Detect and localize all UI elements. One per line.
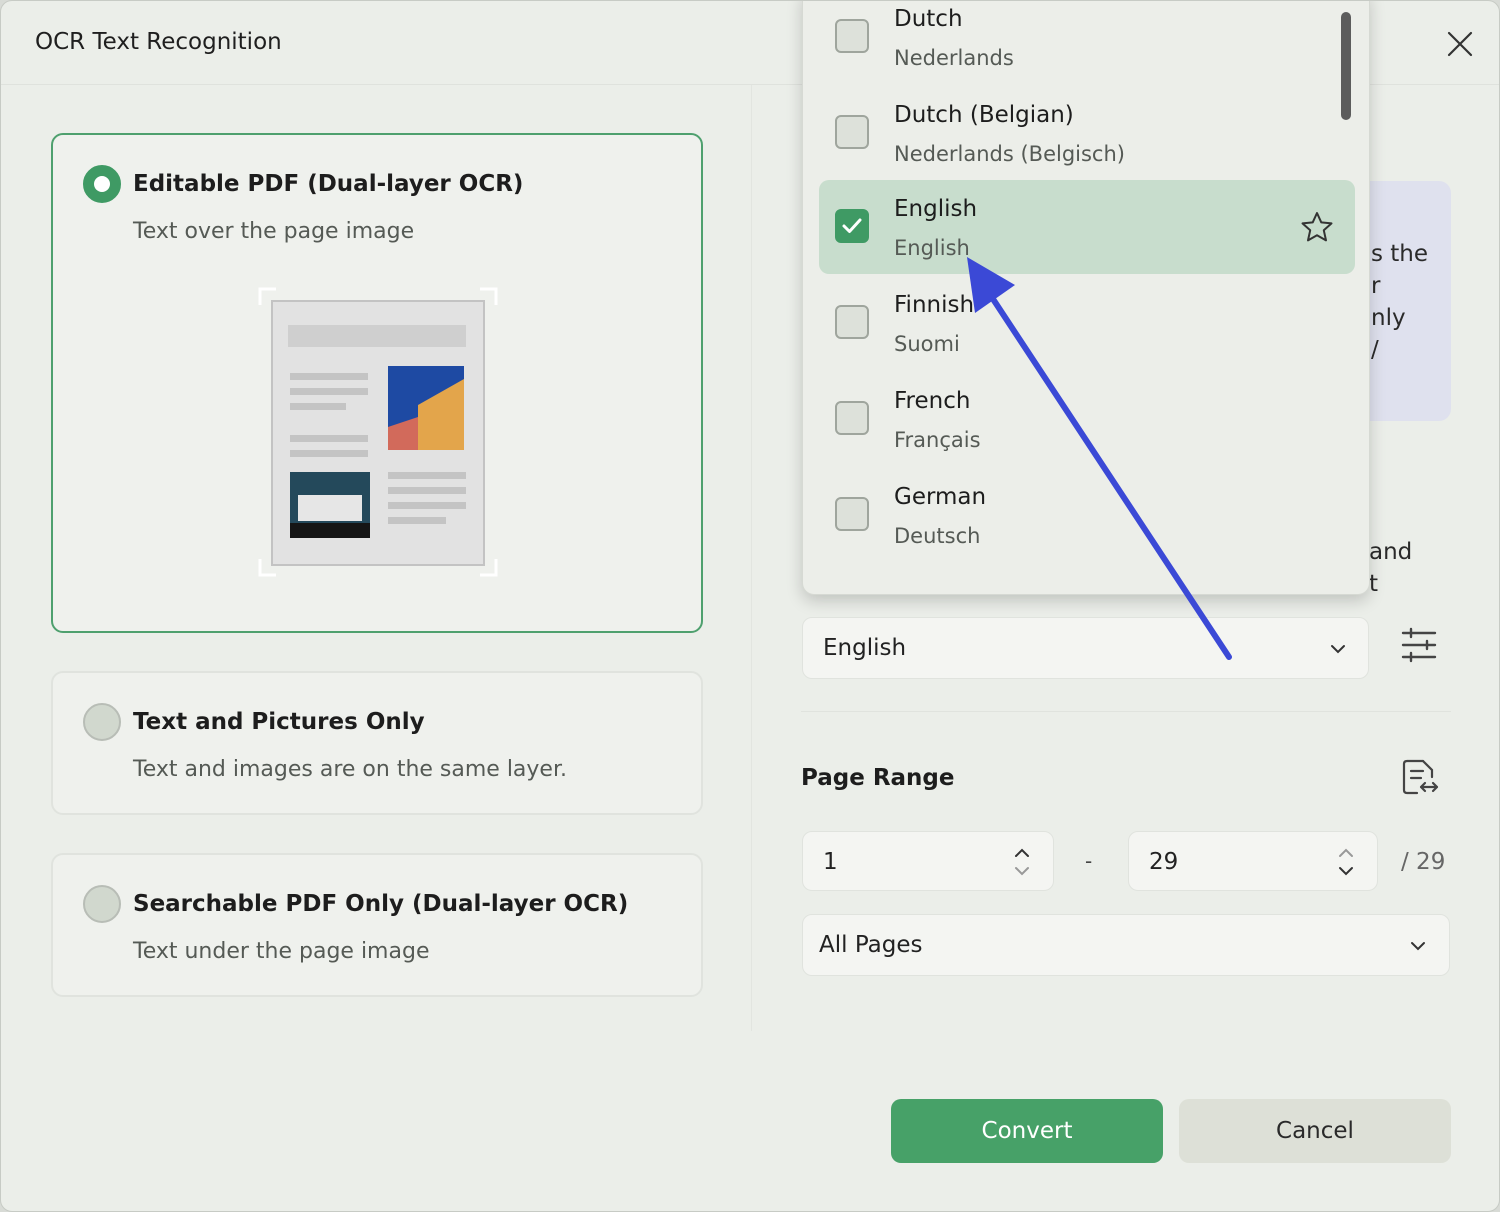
language-name: English (894, 196, 978, 222)
option-title: Editable PDF (Dual-layer OCR) (133, 171, 524, 197)
page-from-stepper[interactable] (1011, 842, 1033, 882)
language-checkbox[interactable] (835, 497, 869, 531)
radio-editable-pdf[interactable] (83, 165, 121, 203)
language-option-dutch[interactable]: Dutch Nederlands (819, 1, 1355, 84)
language-option-german[interactable]: German Deutsch (819, 468, 1355, 562)
info-fragment: s the (1371, 241, 1429, 267)
language-option-french[interactable]: French Français (819, 372, 1355, 466)
page-total: / 29 (1401, 849, 1446, 875)
language-option-finnish[interactable]: Finnish Suomi (819, 276, 1355, 370)
panel-divider (751, 85, 752, 1031)
language-name: German (894, 484, 987, 510)
page-to-value: 29 (1149, 849, 1179, 875)
info-fragment: / (1371, 337, 1379, 363)
option-text-and-pictures[interactable]: Text and Pictures Only Text and images a… (51, 671, 703, 815)
option-desc: Text under the page image (133, 939, 430, 964)
language-native-name: Nederlands (894, 46, 1014, 70)
close-icon (1447, 31, 1473, 57)
language-native-name: Nederlands (Belgisch) (894, 142, 1125, 166)
page-from-value: 1 (823, 849, 838, 875)
language-checkbox[interactable] (835, 19, 869, 53)
language-name: Dutch (Belgian) (894, 102, 1074, 128)
language-name: French (894, 388, 971, 414)
radio-searchable-pdf[interactable] (83, 885, 121, 923)
info-fragment: nly (1371, 305, 1406, 331)
language-native-name: Suomi (894, 332, 960, 356)
language-native-name: Deutsch (894, 524, 981, 548)
hidden-text-fragment: and (1369, 539, 1413, 565)
range-separator: - (1085, 849, 1093, 873)
check-icon (842, 218, 862, 233)
chevron-down-icon (1331, 645, 1345, 654)
chevron-down-icon (1411, 942, 1425, 951)
page-preview-illustration (258, 287, 498, 577)
language-name: Dutch (894, 6, 963, 32)
language-checkbox[interactable] (835, 209, 869, 243)
close-button[interactable] (1441, 25, 1479, 63)
option-editable-pdf[interactable]: Editable PDF (Dual-layer OCR) Text over … (51, 133, 703, 633)
star-icon[interactable] (1299, 210, 1335, 246)
option-desc: Text over the page image (133, 219, 415, 244)
page-from-field[interactable]: 1 (802, 831, 1054, 891)
dialog-title: OCR Text Recognition (35, 29, 282, 55)
sliders-icon[interactable] (1399, 625, 1439, 665)
page-range-title: Page Range (801, 765, 955, 791)
language-dropdown: Dutch Nederlands Dutch (Belgian) Nederla… (802, 1, 1370, 595)
option-title: Text and Pictures Only (133, 709, 425, 735)
option-searchable-pdf[interactable]: Searchable PDF Only (Dual-layer OCR) Tex… (51, 853, 703, 997)
page-scope-select[interactable]: All Pages (802, 914, 1450, 976)
language-name: Finnish (894, 292, 975, 318)
language-value: English (823, 635, 907, 661)
hidden-text-fragment: t (1369, 571, 1379, 597)
language-checkbox[interactable] (835, 115, 869, 149)
language-checkbox[interactable] (835, 305, 869, 339)
convert-button[interactable]: Convert (891, 1099, 1163, 1163)
cancel-button[interactable]: Cancel (1179, 1099, 1451, 1163)
info-fragment: r (1371, 273, 1381, 299)
language-option-english[interactable]: English English (819, 180, 1355, 274)
page-range-icon[interactable] (1399, 757, 1441, 799)
page-to-stepper[interactable] (1335, 842, 1357, 882)
language-native-name: Français (894, 428, 981, 452)
language-checkbox[interactable] (835, 401, 869, 435)
language-select[interactable]: English (802, 617, 1369, 679)
page-scope-value: All Pages (819, 932, 923, 958)
option-title: Searchable PDF Only (Dual-layer OCR) (133, 891, 629, 917)
option-desc: Text and images are on the same layer. (133, 757, 567, 782)
ocr-dialog: OCR Text Recognition Editable PDF (Dual-… (0, 0, 1500, 1212)
language-native-name: English (894, 236, 970, 260)
radio-text-and-pictures[interactable] (83, 703, 121, 741)
page-to-field[interactable]: 29 (1128, 831, 1378, 891)
section-divider (801, 711, 1451, 712)
language-option-dutch-belgian[interactable]: Dutch (Belgian) Nederlands (Belgisch) (819, 86, 1355, 180)
